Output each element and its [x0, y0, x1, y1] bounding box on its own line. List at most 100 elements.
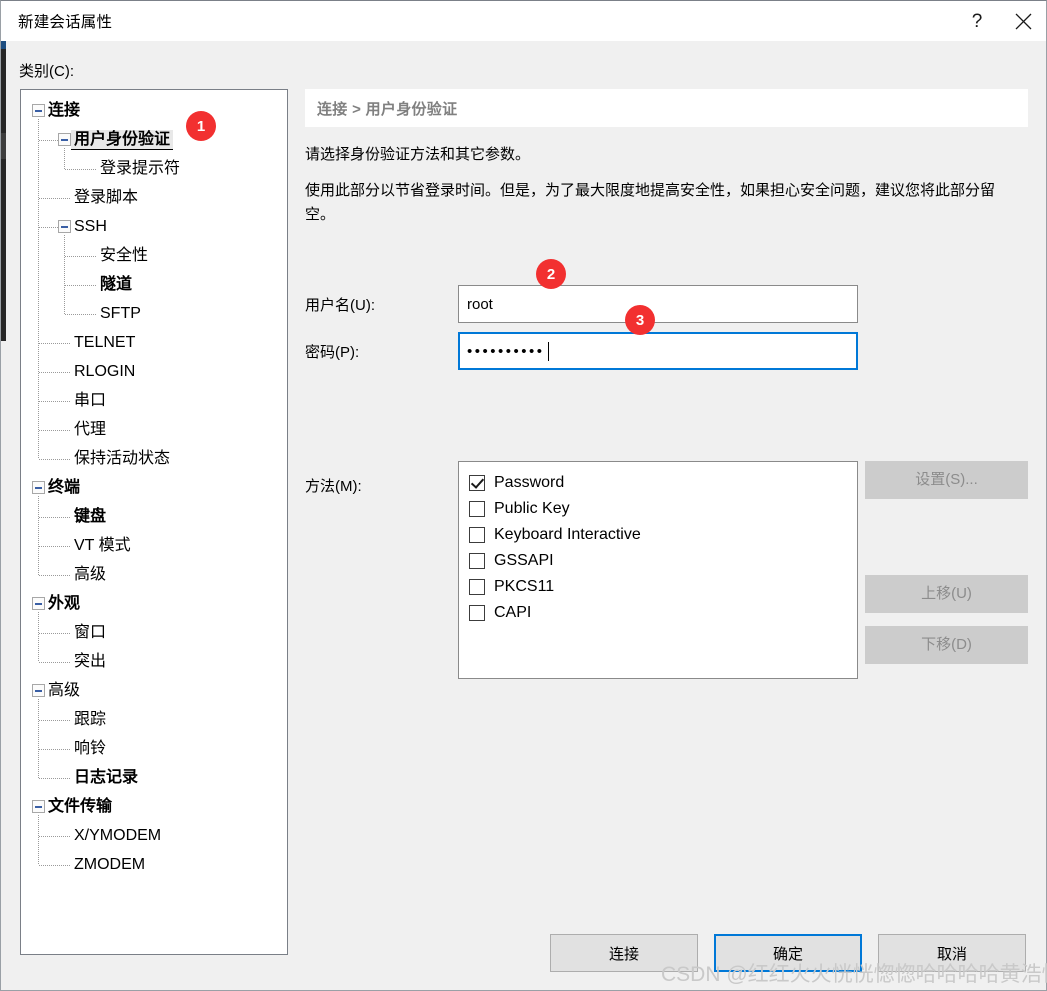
tree-item-14[interactable]: 键盘 [21, 502, 287, 531]
tree-item-label: 保持活动状态 [74, 449, 171, 467]
password-label: 密码(P): [305, 343, 360, 361]
method-list[interactable]: Password Public Key Keyboard Interactive GS… [458, 461, 858, 679]
text-caret [547, 341, 549, 361]
tree-item-16[interactable]: 高级 [21, 560, 287, 589]
close-button[interactable] [1000, 1, 1046, 41]
tree-item-4[interactable]: SSH [21, 212, 287, 241]
tree-item-label: 代理 [74, 420, 107, 438]
method-item-label: Keyboard Interactive [494, 526, 641, 543]
tree-item-8[interactable]: TELNET [21, 328, 287, 357]
method-item-2[interactable]: Keyboard Interactive [469, 522, 857, 548]
collapse-icon[interactable] [32, 800, 45, 813]
username-label: 用户名(U): [305, 296, 375, 314]
method-item-3[interactable]: GSSAPI [469, 548, 857, 574]
tree-item-label: X/YMODEM [74, 826, 162, 844]
help-button[interactable]: ? [954, 1, 1000, 41]
checkbox-icon[interactable] [469, 553, 485, 569]
tree-item-label: 安全性 [100, 246, 149, 264]
move-down-button[interactable]: 下移(D) [865, 626, 1028, 664]
method-item-4[interactable]: PKCS11 [469, 574, 857, 600]
tree-item-13[interactable]: 终端 [21, 473, 287, 502]
collapse-icon[interactable] [58, 133, 71, 146]
tree-item-17[interactable]: 外观 [21, 589, 287, 618]
method-label: 方法(M): [305, 478, 362, 495]
category-tree: 连接用户身份验证登录提示符 登录脚本 SSH 安全性隧道 SFTP TELNET RLOGI… [21, 90, 287, 879]
tree-item-10[interactable]: 串口 [21, 386, 287, 415]
username-input[interactable] [458, 285, 858, 323]
password-masked-value: •••••••••• [467, 342, 545, 360]
tree-item-label: 串口 [74, 391, 107, 409]
collapse-icon[interactable] [32, 481, 45, 494]
tree-item-24[interactable]: 文件传输 [21, 792, 287, 821]
tree-item-18[interactable]: 窗口 [21, 618, 287, 647]
tree-item-25[interactable]: X/YMODEM [21, 821, 287, 850]
ok-button[interactable]: 确定 [714, 934, 862, 972]
tree-item-label: 终端 [48, 478, 81, 496]
method-item-label: CAPI [494, 604, 532, 621]
tree-item-20[interactable]: 高级 [21, 676, 287, 705]
tree-item-label: SFTP [100, 304, 141, 322]
tree-item-label: ZMODEM [74, 855, 146, 873]
method-item-0[interactable]: Password [469, 470, 857, 496]
method-item-label: PKCS11 [494, 578, 555, 595]
method-item-label: Password [494, 474, 565, 491]
tree-item-label: VT 模式 [74, 536, 131, 554]
settings-pane: 连接 > 用户身份验证 请选择身份验证方法和其它参数。 使用此部分以节省登录时间… [305, 89, 1028, 955]
checkbox-icon[interactable] [469, 579, 485, 595]
method-item-1[interactable]: Public Key [469, 496, 857, 522]
tree-item-9[interactable]: RLOGIN [21, 357, 287, 386]
dialog-footer: 连接 确定 取消 [1, 916, 1046, 990]
breadcrumb: 连接 > 用户身份验证 [317, 100, 458, 118]
title-bar: 新建会话属性 ? [1, 1, 1046, 41]
tree-item-15[interactable]: VT 模式 [21, 531, 287, 560]
settings-button[interactable]: 设置(S)... [865, 461, 1028, 499]
tree-item-label: 日志记录 [74, 768, 139, 786]
tree-item-0[interactable]: 连接 [21, 96, 287, 125]
tree-item-21[interactable]: 跟踪 [21, 705, 287, 734]
tree-item-label: 高级 [74, 565, 107, 583]
tree-item-3[interactable]: 登录脚本 [21, 183, 287, 212]
username-row: 用户名(U): [305, 285, 858, 323]
checkbox-checked-icon[interactable] [469, 475, 485, 491]
category-tree-panel[interactable]: 连接用户身份验证登录提示符 登录脚本 SSH 安全性隧道 SFTP TELNET RLOGI… [20, 89, 288, 955]
description-primary: 请选择身份验证方法和其它参数。 [305, 146, 531, 163]
password-input[interactable]: •••••••••• [458, 332, 858, 370]
checkbox-icon[interactable] [469, 605, 485, 621]
cancel-button[interactable]: 取消 [878, 934, 1026, 972]
method-item-label: Public Key [494, 500, 570, 517]
tree-item-label: 用户身份验证 [71, 129, 174, 150]
tree-item-7[interactable]: SFTP [21, 299, 287, 328]
close-icon [1015, 13, 1031, 29]
tree-item-label: 窗口 [74, 623, 107, 641]
tree-item-23[interactable]: 日志记录 [21, 763, 287, 792]
method-item-label: GSSAPI [494, 552, 554, 569]
tree-item-label: 响铃 [74, 739, 107, 757]
tree-item-label: 突出 [74, 652, 107, 670]
checkbox-icon[interactable] [469, 527, 485, 543]
title-bar-controls: ? [954, 1, 1046, 41]
collapse-icon[interactable] [32, 104, 45, 117]
dialog-body: 类别(C): 连接 用户身份验证 登录提示符 登录脚本 SSH 安全性 隧道 SFTP TELN… [1, 41, 1046, 990]
password-row: 密码(P): •••••••••• [305, 332, 858, 370]
collapse-icon[interactable] [32, 684, 45, 697]
method-item-5[interactable]: CAPI [469, 600, 857, 626]
tree-item-1[interactable]: 用户身份验证 [21, 125, 287, 154]
tree-item-2[interactable]: 登录提示符 [21, 154, 287, 183]
tree-item-label: 键盘 [74, 507, 107, 525]
tree-item-5[interactable]: 安全性 [21, 241, 287, 270]
tree-item-26[interactable]: ZMODEM [21, 850, 287, 879]
tree-item-label: 高级 [48, 681, 81, 699]
move-up-button[interactable]: 上移(U) [865, 575, 1028, 613]
tree-item-12[interactable]: 保持活动状态 [21, 444, 287, 473]
tree-item-label: TELNET [74, 333, 136, 351]
tree-item-11[interactable]: 代理 [21, 415, 287, 444]
collapse-icon[interactable] [58, 220, 71, 233]
tree-item-19[interactable]: 突出 [21, 647, 287, 676]
tree-item-label: 隧道 [100, 275, 133, 293]
tree-item-6[interactable]: 隧道 [21, 270, 287, 299]
collapse-icon[interactable] [32, 597, 45, 610]
checkbox-icon[interactable] [469, 501, 485, 517]
connect-button[interactable]: 连接 [550, 934, 698, 972]
description-secondary: 使用此部分以节省登录时间。但是，为了最大限度地提高安全性，如果担心安全问题，建议… [305, 182, 996, 223]
tree-item-22[interactable]: 响铃 [21, 734, 287, 763]
